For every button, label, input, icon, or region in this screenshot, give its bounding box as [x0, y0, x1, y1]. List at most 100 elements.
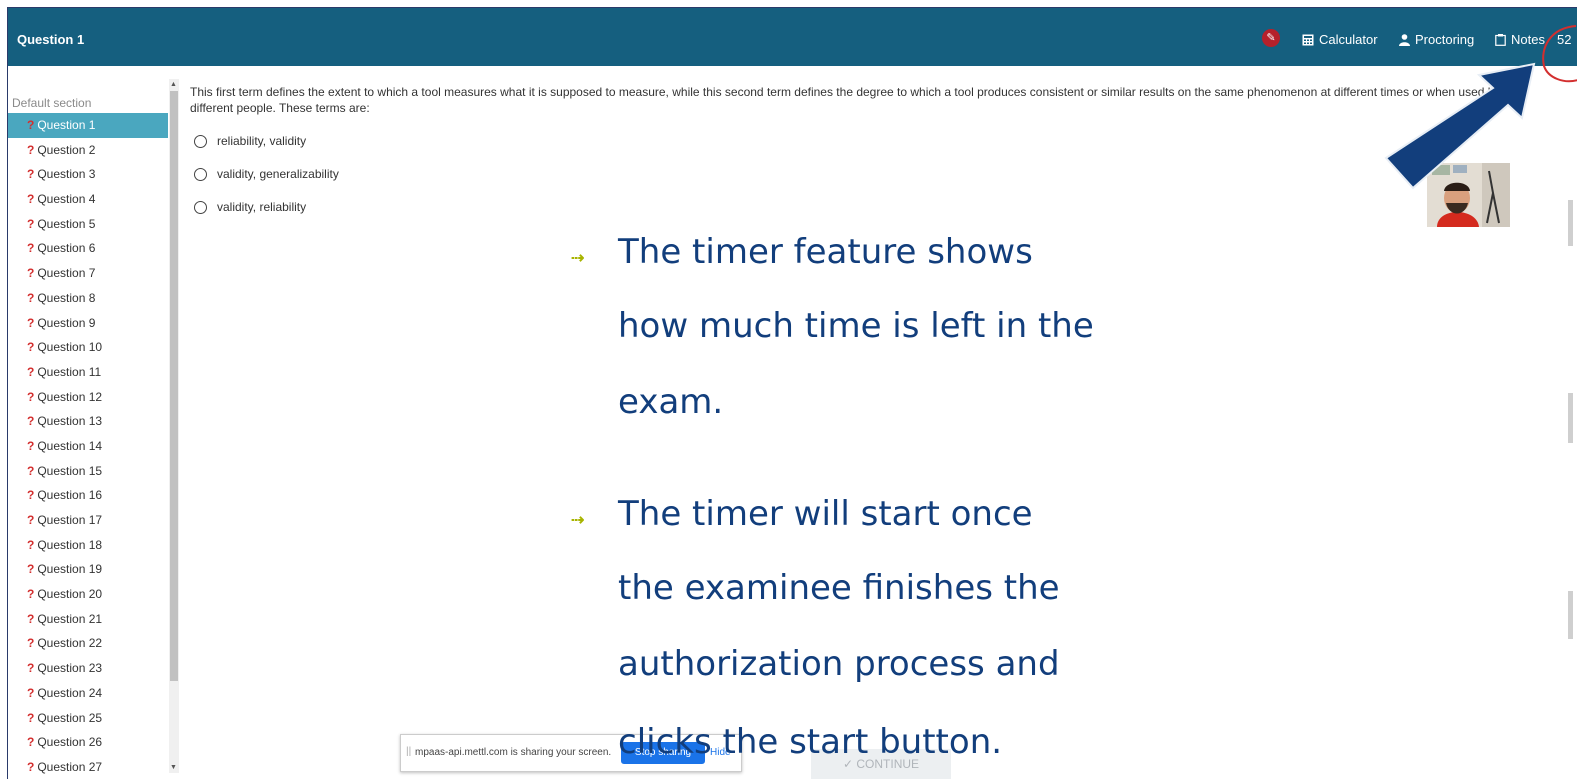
bullet-arrow-icon: ⇢: [571, 512, 585, 529]
sidebar-item-label: Question 13: [37, 414, 103, 429]
unanswered-marker: ?: [27, 537, 35, 552]
proctoring-button[interactable]: Proctoring: [1399, 32, 1474, 47]
unanswered-marker: ?: [27, 661, 35, 676]
section-title[interactable]: Default section: [12, 96, 91, 110]
bullet-arrow-icon: ⇢: [571, 250, 585, 267]
sidebar-item-label: Question 14: [37, 438, 103, 453]
question-list: ? Question 1? Question 2? Question 3? Questi…: [8, 113, 168, 779]
question-title: Question 1: [17, 32, 85, 47]
unanswered-marker: ?: [27, 463, 35, 478]
sidebar-item-question[interactable]: ? Question 18: [8, 533, 168, 558]
sidebar-item-label: Question 4: [37, 192, 96, 207]
sidebar-item-label: Question 15: [37, 463, 103, 478]
sidebar-item-question[interactable]: ? Question 24: [8, 681, 168, 706]
sidebar-item-label: Question 19: [37, 562, 103, 577]
sidebar-scrollbar[interactable]: ▲ ▼: [169, 79, 179, 773]
sidebar-item-question[interactable]: ? Question 9: [8, 311, 168, 336]
sidebar-item-question[interactable]: ? Question 6: [8, 236, 168, 261]
sidebar-item-question[interactable]: ? Question 13: [8, 409, 168, 434]
unanswered-marker: ?: [27, 710, 35, 725]
radio-button[interactable]: [194, 200, 207, 214]
unanswered-marker: ?: [27, 438, 35, 453]
scrollbar-thumb[interactable]: [170, 91, 178, 681]
sidebar-item-label: Question 9: [37, 315, 96, 330]
unanswered-marker: ?: [27, 315, 35, 330]
unanswered-marker: ?: [27, 142, 35, 157]
sidebar-item-label: Question 3: [37, 167, 96, 182]
sidebar-item-label: Question 1: [37, 118, 96, 132]
sidebar-item-question[interactable]: ? Question 20: [8, 582, 168, 607]
option-2[interactable]: validity, generalizability: [194, 167, 339, 181]
sidebar-item-question[interactable]: ? Question 5: [8, 212, 168, 237]
sidebar-item-question[interactable]: ? Question 7: [8, 261, 168, 286]
sidebar-item-label: Question 18: [37, 537, 103, 552]
sidebar-item-label: Question 12: [37, 389, 103, 404]
scroll-up-icon[interactable]: ▲: [170, 81, 177, 88]
option-3[interactable]: validity, reliability: [194, 200, 306, 214]
sidebar-item-question[interactable]: ? Question 17: [8, 508, 168, 533]
no-edit-icon[interactable]: ✎: [1262, 29, 1280, 47]
question-sidebar: Default section ? Question 1? Question 2? Q…: [8, 66, 168, 779]
sidebar-item-label: Question 23: [37, 661, 103, 676]
sidebar-item-question[interactable]: ? Question 21: [8, 607, 168, 632]
question-text: This first term defines the extent to wh…: [190, 85, 1501, 115]
exam-window: Question 1 ✎ Calculator Proctoring Notes…: [7, 7, 1577, 779]
timer-highlight-circle: [1542, 25, 1577, 83]
pointer-arrow-icon: [1384, 62, 1536, 190]
proctoring-label: Proctoring: [1415, 32, 1475, 47]
overlay-line-3: exam.: [618, 382, 724, 422]
unanswered-marker: ?: [27, 290, 35, 305]
sidebar-item-question[interactable]: ? Question 2: [8, 138, 168, 163]
sidebar-item-question[interactable]: ? Question 4: [8, 187, 168, 212]
sidebar-item-question[interactable]: ? Question 11: [8, 360, 168, 385]
sidebar-item-label: Question 25: [37, 710, 103, 725]
sidebar-item-question[interactable]: ? Question 27: [8, 755, 168, 779]
sidebar-item-label: Question 26: [37, 735, 103, 750]
sidebar-item-question[interactable]: ? Question 3: [8, 162, 168, 187]
unanswered-marker: ?: [27, 340, 35, 355]
unanswered-marker: ?: [27, 266, 35, 281]
calculator-icon: [1302, 34, 1314, 45]
sidebar-item-question[interactable]: ? Question 12: [8, 385, 168, 410]
sidebar-item-question[interactable]: ? Question 1: [8, 113, 168, 138]
sidebar-item-label: Question 8: [37, 290, 96, 305]
unanswered-marker: ?: [27, 216, 35, 231]
option-label: validity, generalizability: [217, 167, 339, 181]
sidebar-item-question[interactable]: ? Question 8: [8, 286, 168, 311]
overlay-line-7: clicks the start button.: [618, 722, 1003, 762]
unanswered-marker: ?: [27, 587, 35, 602]
sidebar-item-question[interactable]: ? Question 23: [8, 656, 168, 681]
unanswered-marker: ?: [27, 241, 35, 256]
sidebar-item-question[interactable]: ? Question 10: [8, 335, 168, 360]
overlay-line-2: how much time is left in the: [618, 306, 1094, 346]
sidebar-item-question[interactable]: ? Question 22: [8, 631, 168, 656]
option-label: validity, reliability: [217, 200, 307, 214]
sidebar-item-label: Question 17: [37, 513, 103, 527]
calculator-button[interactable]: Calculator: [1302, 32, 1378, 47]
sidebar-item-question[interactable]: ? Question 14: [8, 434, 168, 459]
drag-handle-icon[interactable]: ||: [406, 746, 411, 757]
option-1[interactable]: reliability, validity: [194, 134, 306, 148]
overlay-line-5: the examinee finishes the: [618, 568, 1060, 608]
unanswered-marker: ?: [27, 759, 35, 774]
scroll-down-icon[interactable]: ▼: [170, 764, 177, 771]
sidebar-item-question[interactable]: ? Question 16: [8, 483, 168, 508]
sidebar-item-question[interactable]: ? Question 26: [8, 730, 168, 755]
sidebar-item-question[interactable]: ? Question 15: [8, 459, 168, 484]
unanswered-marker: ?: [27, 488, 35, 503]
unanswered-marker: ?: [27, 611, 35, 626]
person-icon: [1399, 33, 1410, 46]
sidebar-item-label: Question 7: [37, 266, 96, 281]
option-label: reliability, validity: [217, 134, 307, 148]
notes-icon: [1495, 33, 1506, 46]
overlay-line-1: The timer feature shows: [618, 232, 1033, 272]
share-message: mpaas-api.mettl.com is sharing your scre…: [415, 747, 612, 758]
radio-button[interactable]: [194, 134, 207, 148]
sidebar-item-label: Question 6: [37, 241, 96, 256]
unanswered-marker: ?: [27, 513, 35, 527]
sidebar-item-label: Question 10: [37, 340, 103, 355]
sidebar-item-question[interactable]: ? Question 19: [8, 557, 168, 582]
sidebar-item-question[interactable]: ? Question 25: [8, 706, 168, 731]
radio-button[interactable]: [194, 167, 207, 181]
sidebar-item-label: Question 5: [37, 216, 96, 231]
